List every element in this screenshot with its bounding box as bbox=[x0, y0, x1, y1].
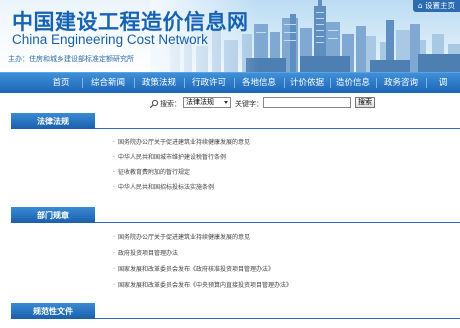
section-title-normative-docs[interactable]: 规范性文件 bbox=[11, 303, 95, 319]
section-header-normative-docs: 规范性文件 bbox=[11, 303, 460, 319]
sponsor-text: 主办：住房和城乡建设部标准定额研究所 bbox=[8, 55, 134, 63]
keyword-input[interactable] bbox=[263, 97, 351, 108]
nav-item-more[interactable]: 调 bbox=[426, 73, 460, 93]
home-icon: ⌂ bbox=[417, 1, 423, 10]
search-label: 搜索： bbox=[160, 100, 181, 108]
site-header: 中国建设工程造价信息网 China Engineering Cost Netwo… bbox=[0, 0, 460, 72]
search-button[interactable]: 搜索 bbox=[355, 97, 375, 108]
set-homepage-label: 设置主页 bbox=[425, 1, 455, 10]
nav-item-home[interactable]: 首页 bbox=[40, 73, 82, 93]
list-item[interactable]: 国家发展和改革委员会发布《中央预算内直接投资项目管理办法》 bbox=[0, 278, 460, 294]
search-bar: 搜索： 法律法规 关键字： 搜索 bbox=[0, 97, 460, 111]
nav-item-local-info[interactable]: 各地信息 bbox=[234, 73, 284, 93]
nav-item-news[interactable]: 综合新闻 bbox=[82, 73, 134, 93]
section-header-laws: 法律法规 bbox=[11, 113, 460, 129]
list-item[interactable]: 国务院办公厅关于促进建筑业持续健康发展的意见 bbox=[0, 135, 460, 150]
set-homepage-link[interactable]: ⌂ 设置主页 bbox=[412, 0, 460, 12]
search-category-select[interactable]: 法律法规 bbox=[183, 97, 231, 108]
nav-item-policy[interactable]: 政策法规 bbox=[134, 73, 184, 93]
list-item[interactable]: 政府投资项目管理办法 bbox=[0, 246, 460, 262]
list-item[interactable]: 中华人民共和国城市维护建设税暂行条例 bbox=[0, 150, 460, 165]
section-title-laws[interactable]: 法律法规 bbox=[11, 113, 95, 129]
list-item[interactable]: 国家发展和改革委员会发布《政府核准投资项目管理办法》 bbox=[0, 262, 460, 278]
section-header-regulations: 部门规章 bbox=[11, 207, 460, 223]
search-category-value: 法律法规 bbox=[186, 98, 214, 106]
search-icon bbox=[149, 99, 159, 109]
section-title-regulations[interactable]: 部门规章 bbox=[11, 207, 95, 223]
keyword-label: 关键字： bbox=[235, 100, 263, 108]
list-item[interactable]: 征收教育费附加的暂行规定 bbox=[0, 165, 460, 180]
list-item[interactable]: 中华人民共和国招标投标法实施条例 bbox=[0, 180, 460, 195]
main-nav: 首页 综合新闻 政策法规 行政许可 各地信息 计价依据 造价信息 政务咨询 调 bbox=[0, 72, 460, 93]
site-title-english: China Engineering Cost Network bbox=[12, 32, 208, 47]
regulations-list: 国务院办公厅关于促进建筑业持续健康发展的意见 政府投资项目管理办法 国家发展和改… bbox=[0, 230, 460, 294]
list-item[interactable]: 国务院办公厅关于促进建筑业持续健康发展的意见 bbox=[0, 230, 460, 246]
nav-item-pricing-basis[interactable]: 计价依据 bbox=[284, 73, 330, 93]
nav-item-cost-info[interactable]: 造价信息 bbox=[330, 73, 376, 93]
laws-list: 国务院办公厅关于促进建筑业持续健康发展的意见 中华人民共和国城市维护建设税暂行条… bbox=[0, 135, 460, 195]
nav-item-consulting[interactable]: 政务咨询 bbox=[376, 73, 426, 93]
nav-item-permits[interactable]: 行政许可 bbox=[184, 73, 234, 93]
